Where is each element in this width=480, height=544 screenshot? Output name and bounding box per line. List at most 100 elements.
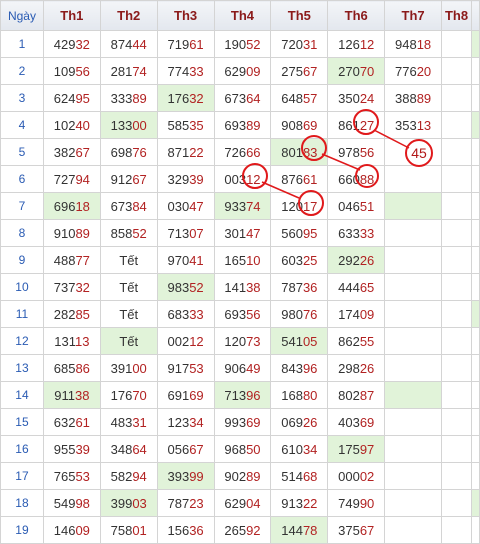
extra-cell (470, 111, 480, 139)
result-cell: 13113 (42, 327, 101, 355)
result-cell: 91089 (42, 219, 101, 247)
number-tail: 31 (132, 414, 147, 430)
result-cell: 39903 (99, 489, 158, 517)
number-tail: 61 (302, 171, 318, 187)
result-cell (384, 138, 443, 166)
number-head: 329 (167, 171, 190, 187)
result-cell (441, 327, 472, 355)
result-cell: 05667 (156, 435, 215, 463)
result-cell: 93374 (213, 192, 272, 220)
day-number: 9 (0, 246, 44, 274)
result-cell: 69618 (42, 192, 101, 220)
number-tail: 89 (75, 225, 90, 241)
number-tail: 67 (189, 441, 204, 457)
number-head: 348 (110, 441, 133, 457)
result-cell: 17670 (99, 381, 158, 409)
extra-cell (470, 300, 480, 328)
number-tail: 61 (189, 36, 204, 52)
number-head: 131 (54, 333, 75, 349)
result-cell: 68333 (156, 300, 215, 328)
number-head: 983 (167, 279, 190, 295)
number-head: 388 (395, 90, 417, 106)
number-head: 585 (167, 117, 190, 133)
result-cell (384, 381, 443, 409)
number-tail: 04 (246, 495, 261, 511)
result-cell: 56095 (270, 219, 329, 247)
result-cell (384, 354, 443, 382)
column-header-month-1: Th1 (42, 0, 101, 31)
number-tail: 97 (359, 441, 375, 457)
number-head: 046 (338, 198, 360, 214)
number-tail: 56 (246, 306, 261, 322)
result-cell: 67364 (213, 84, 272, 112)
number-tail: 69 (189, 387, 204, 403)
number-tail: 00 (132, 117, 147, 133)
result-cell: 77433 (156, 57, 215, 85)
number-head: 693 (224, 306, 247, 322)
table-row: 19 14609 75801 15636 26592 14478 37567 (0, 516, 480, 544)
number-tail: 35 (189, 117, 204, 133)
number-head: 393 (167, 468, 190, 484)
number-tail: 73 (246, 333, 261, 349)
result-cell: 62904 (213, 489, 272, 517)
result-cell: 72794 (42, 165, 101, 193)
result-cell: 62909 (213, 57, 272, 85)
result-cell: 91322 (270, 489, 329, 517)
extra-cell (470, 246, 480, 274)
number-tail: 32 (75, 279, 90, 295)
number-head: 603 (281, 252, 303, 268)
number-head: 968 (224, 441, 247, 457)
number-tail: 33 (189, 63, 204, 79)
number-tail: 00 (132, 360, 147, 376)
day-number: 4 (0, 111, 44, 139)
number-head: 002 (167, 333, 190, 349)
number-head: 281 (110, 63, 133, 79)
column-header-month-7: Th7 (384, 0, 443, 31)
number-head: 133 (110, 117, 133, 133)
result-cell: 94818 (384, 30, 443, 58)
number-tail: 57 (302, 90, 318, 106)
result-cell (441, 354, 472, 382)
extra-cell (470, 354, 480, 382)
result-cell: 48877 (42, 246, 101, 274)
number-tail: 89 (246, 117, 261, 133)
number-tail: 83 (302, 144, 318, 160)
column-header-month-6: Th6 (327, 0, 386, 31)
number-tail: 66 (246, 144, 261, 160)
result-cell: 71307 (156, 219, 215, 247)
number-tail: 70 (132, 387, 147, 403)
result-cell: 14609 (42, 516, 101, 544)
number-head: 933 (224, 198, 247, 214)
number-head: 399 (110, 495, 133, 511)
result-cell: 04651 (327, 192, 386, 220)
column-header-extra (470, 0, 480, 31)
day-number: 19 (0, 516, 44, 544)
number-tail: 17 (302, 198, 318, 214)
result-cell: 12612 (327, 30, 386, 58)
result-cell: 51468 (270, 462, 329, 490)
header-row: Ngày Th1 Th2 Th3 Th4 Th5 Th6 Th7 Th8 (0, 0, 480, 31)
result-cell (384, 300, 443, 328)
number-head: 843 (281, 360, 303, 376)
number-tail: 86 (75, 360, 90, 376)
result-cell: 80183 (270, 138, 329, 166)
result-cell: Tết (99, 300, 158, 328)
number-head: 030 (167, 198, 190, 214)
result-cell: 58535 (156, 111, 215, 139)
number-head: 056 (167, 441, 190, 457)
number-head: 685 (53, 360, 76, 376)
number-tail: 09 (359, 306, 375, 322)
number-head: 948 (395, 36, 417, 52)
number-tail: 03 (132, 495, 147, 511)
result-cell (384, 165, 443, 193)
number-tail: 69 (246, 414, 261, 430)
number-tail: 52 (189, 279, 204, 295)
result-cell: 87444 (99, 30, 158, 58)
number-tail: 96 (302, 360, 318, 376)
result-cell: 67384 (99, 192, 158, 220)
result-cell (384, 192, 443, 220)
result-cell (441, 381, 472, 409)
day-number: 11 (0, 300, 44, 328)
number-head: 858 (110, 225, 133, 241)
result-cell: 87661 (270, 165, 329, 193)
